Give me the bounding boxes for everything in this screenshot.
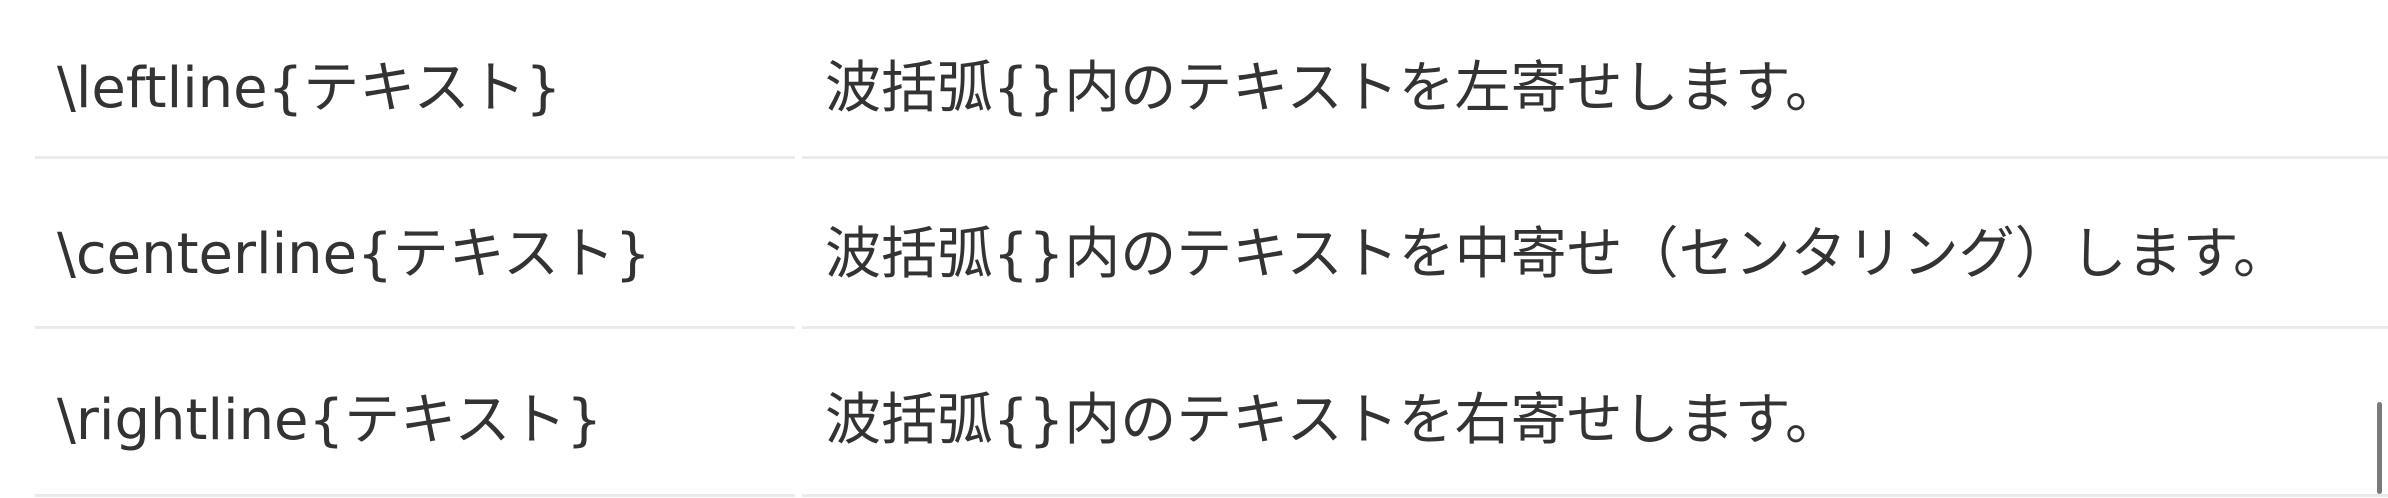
table-row: \leftline{テキスト} 波括弧{}内のテキストを左寄せします。 xyxy=(35,0,2388,166)
command-cell: \centerline{テキスト} xyxy=(57,221,651,287)
command-table: \leftline{テキスト} 波括弧{}内のテキストを左寄せします。 \cen… xyxy=(35,0,2388,498)
row-divider xyxy=(35,326,795,329)
row-divider xyxy=(802,494,2388,497)
table-row: \centerline{テキスト} 波括弧{}内のテキストを中寄せ（センタリング… xyxy=(35,166,2388,332)
row-divider xyxy=(802,156,2388,159)
command-cell: \rightline{テキスト} xyxy=(57,387,603,453)
description-cell: 波括弧{}内のテキストを左寄せします。 xyxy=(825,55,1841,121)
description-cell: 波括弧{}内のテキストを右寄せします。 xyxy=(825,387,1841,453)
row-divider xyxy=(35,156,795,159)
table-row: \rightline{テキスト} 波括弧{}内のテキストを右寄せします。 xyxy=(35,332,2388,498)
command-cell: \leftline{テキスト} xyxy=(57,55,562,121)
row-divider xyxy=(35,494,795,497)
vertical-scrollbar[interactable] xyxy=(2377,402,2382,494)
row-divider xyxy=(802,326,2388,329)
description-cell: 波括弧{}内のテキストを中寄せ（センタリング）します。 xyxy=(825,221,2289,287)
